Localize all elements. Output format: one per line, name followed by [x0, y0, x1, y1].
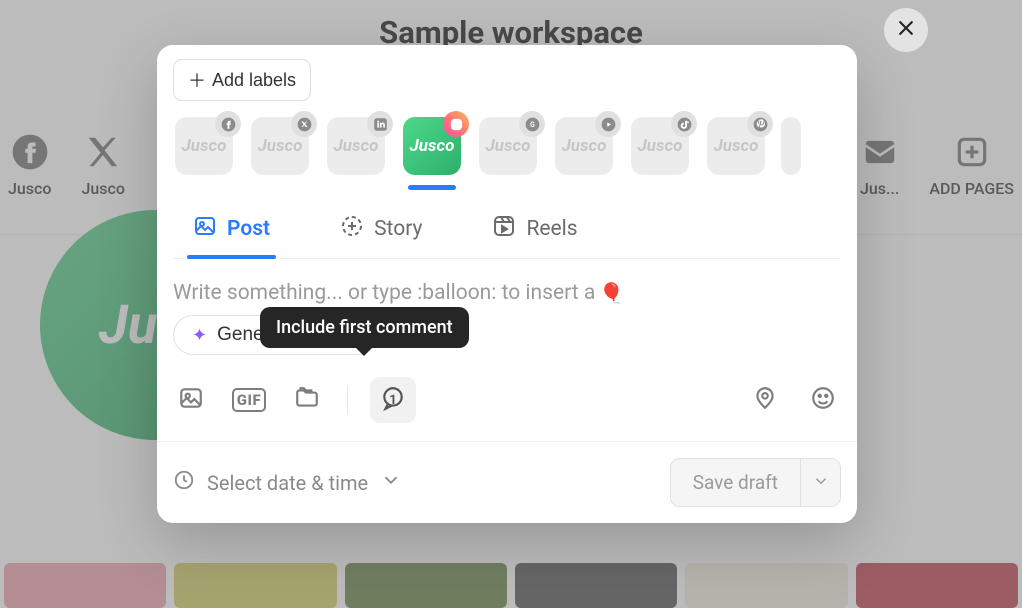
image-icon: [178, 385, 204, 415]
tab-label: Story: [374, 217, 422, 241]
plus-icon: ＋: [188, 67, 206, 93]
x-icon: [291, 111, 317, 137]
instagram-icon: [443, 111, 469, 137]
tab-label: Reels: [526, 217, 577, 241]
save-draft-group: Save draft: [670, 458, 841, 507]
compose-textarea[interactable]: Write something... or type :balloon: to …: [157, 259, 857, 315]
image-icon: [193, 214, 217, 244]
post-type-tabs: Post Story Reels: [173, 190, 841, 259]
save-draft-button[interactable]: Save draft: [671, 459, 800, 506]
tiktok-icon: [671, 111, 697, 137]
folder-icon: [294, 385, 320, 415]
chevron-down-icon: [812, 472, 830, 494]
account-facebook[interactable]: Jusco: [173, 117, 235, 190]
google-icon: G: [519, 111, 545, 137]
tab-label: Post: [227, 217, 270, 241]
tab-reels[interactable]: Reels: [492, 214, 577, 258]
tooltip-text: Include first comment: [276, 317, 453, 338]
compose-placeholder-text: Write something... or type :balloon: to …: [173, 281, 595, 305]
tab-post[interactable]: Post: [193, 214, 270, 258]
add-image-button[interactable]: [173, 382, 209, 418]
close-icon: [896, 18, 916, 42]
add-labels-button[interactable]: ＋ Add labels: [173, 59, 311, 101]
first-comment-button[interactable]: 1: [370, 377, 416, 423]
facebook-icon: [215, 111, 241, 137]
account-youtube[interactable]: Jusco: [553, 117, 615, 190]
accounts-row: Jusco Jusco Jusco Jusco Jusco G Jusco Ju…: [157, 101, 857, 190]
tab-story[interactable]: Story: [340, 214, 422, 258]
datetime-label: Select date & time: [207, 471, 368, 495]
account-more[interactable]: [781, 117, 801, 190]
compose-toolbar: GIF 1: [157, 355, 857, 441]
compose-modal: ＋ Add labels Jusco Jusco Jusco Jusco Jus…: [157, 45, 857, 523]
pinterest-icon: [747, 111, 773, 137]
location-button[interactable]: [747, 382, 783, 418]
story-icon: [340, 214, 364, 244]
active-account-indicator: [408, 185, 456, 190]
modal-footer: Select date & time Save draft: [157, 441, 857, 523]
chevron-down-icon: [380, 469, 402, 496]
sparkle-icon: ✦: [192, 325, 207, 346]
account-x[interactable]: Jusco: [249, 117, 311, 190]
account-pinterest[interactable]: Jusco: [705, 117, 767, 190]
media-library-button[interactable]: [289, 382, 325, 418]
reels-icon: [492, 214, 516, 244]
add-gif-button[interactable]: GIF: [231, 382, 267, 418]
gif-icon: GIF: [232, 388, 266, 412]
datetime-button[interactable]: Select date & time: [173, 469, 402, 496]
emoji-icon: [810, 385, 836, 415]
clock-icon: [173, 469, 195, 496]
account-google[interactable]: Jusco G: [477, 117, 539, 190]
close-button[interactable]: [884, 8, 928, 52]
emoji-button[interactable]: [805, 382, 841, 418]
account-instagram[interactable]: Jusco: [401, 117, 463, 190]
account-linkedin[interactable]: Jusco: [325, 117, 387, 190]
youtube-icon: [595, 111, 621, 137]
preview-button[interactable]: [622, 466, 656, 500]
save-label: Save draft: [693, 471, 778, 494]
toolbar-divider: [347, 385, 348, 415]
location-icon: [752, 385, 778, 415]
add-labels-text: Add labels: [212, 70, 296, 91]
first-comment-tooltip: Include first comment: [260, 307, 469, 348]
svg-text:G: G: [530, 121, 535, 129]
save-options-button[interactable]: [800, 459, 840, 506]
balloon-emoji: 🎈: [599, 281, 624, 305]
comment-count: 1: [389, 393, 396, 408]
linkedin-icon: [367, 111, 393, 137]
account-tiktok[interactable]: Jusco: [629, 117, 691, 190]
